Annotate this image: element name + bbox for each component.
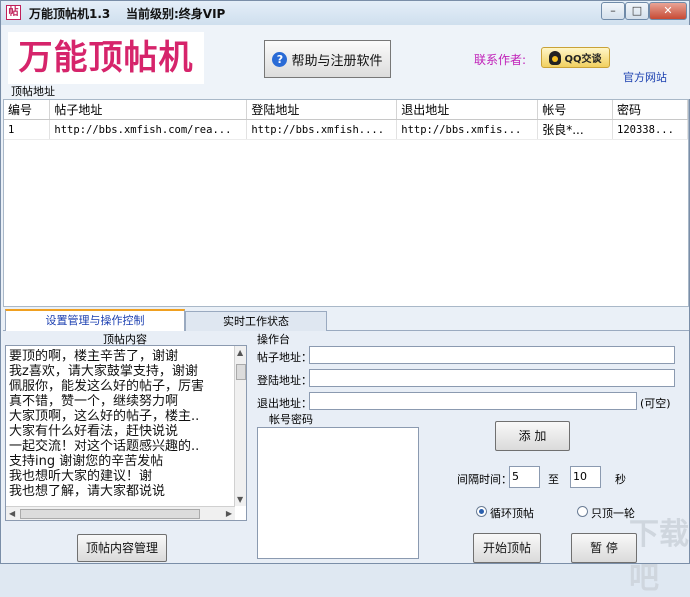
logout-url-input[interactable] <box>309 392 637 410</box>
post-content-manage-button[interactable]: 顶帖内容管理 <box>77 534 167 562</box>
table-cell: http://bbs.xmfish.... <box>246 119 398 140</box>
pause-button[interactable]: 暂 停 <box>571 533 637 563</box>
list-item[interactable]: 支持ing 谢谢您的辛苦发帖 <box>9 454 231 469</box>
app-icon: 帖 <box>6 5 21 20</box>
scroll-up-icon[interactable]: ▲ <box>237 348 243 357</box>
table-cell: 张良*... <box>537 119 614 140</box>
url-table[interactable]: 编号 帖子地址 登陆地址 退出地址 帐号 密码 1 http://bbs.xmf… <box>3 99 689 307</box>
close-button[interactable]: ✕ <box>649 2 687 20</box>
list-item[interactable]: 大家有什么好看法，赶快说说 <box>9 424 231 439</box>
post-url-label: 帖子地址： <box>257 351 312 364</box>
qq-chat-button[interactable]: QQ交谈 <box>541 47 610 68</box>
list-item[interactable]: 要顶的啊，楼主辛苦了，谢谢 <box>9 349 231 364</box>
column-header[interactable]: 编号 <box>4 100 51 120</box>
single-round-radio[interactable] <box>577 506 588 517</box>
column-header[interactable]: 密码 <box>612 100 688 120</box>
interval-from-input[interactable]: 5 <box>509 466 540 488</box>
table-cell: http://bbs.xmfish.com/rea... <box>49 119 248 140</box>
list-item[interactable]: 我z喜欢，请大家鼓掌支持，谢谢 <box>9 364 231 379</box>
user-level: 当前级别:终身VIP <box>126 7 226 21</box>
window-title: 万能顶帖机1.3 <box>29 7 111 21</box>
help-icon: ? <box>272 51 288 67</box>
title-bar: 帖 万能顶帖机1.3 当前级别:终身VIP – □ ✕ <box>1 1 689 25</box>
start-posting-button[interactable]: 开始顶帖 <box>473 533 541 563</box>
tab-bar: 设置管理与操作控制 实时工作状态 <box>3 309 689 331</box>
scroll-right-icon[interactable]: ▶ <box>226 509 232 518</box>
login-url-label: 登陆地址： <box>257 374 312 387</box>
scroll-thumb[interactable] <box>236 364 246 380</box>
column-header[interactable]: 帖子地址 <box>49 100 248 120</box>
list-item[interactable]: 一起交流！对这个话题感兴趣的.. <box>9 439 231 454</box>
contact-label: 联系作者: <box>474 53 527 67</box>
qq-button-label: QQ交谈 <box>564 54 602 65</box>
seconds-label: 秒 <box>615 473 626 486</box>
maximize-button[interactable]: □ <box>625 2 649 20</box>
scroll-left-icon[interactable]: ◀ <box>9 509 15 518</box>
post-content-header: 顶帖内容 <box>103 333 147 346</box>
scroll-thumb-horizontal[interactable] <box>20 509 200 519</box>
table-cell: 120338... <box>612 119 688 140</box>
list-item[interactable]: 我也想了解，请大家都说说 <box>9 484 231 499</box>
interval-to-label: 至 <box>548 473 559 486</box>
table-header-row: 编号 帖子地址 登陆地址 退出地址 帐号 密码 <box>4 100 688 120</box>
minimize-button[interactable]: – <box>601 2 625 20</box>
account-password-label: 帐号密码 <box>267 411 315 427</box>
help-register-button[interactable]: ? 帮助与注册软件 <box>264 40 391 78</box>
list-item[interactable]: 真不错，赞一个，继续努力啊 <box>9 394 231 409</box>
table-cell: http://bbs.xmfis... <box>396 119 539 140</box>
help-button-label: 帮助与注册软件 <box>291 53 383 69</box>
scroll-down-icon[interactable]: ▼ <box>237 495 243 504</box>
column-header[interactable]: 帐号 <box>537 100 614 120</box>
add-button[interactable]: 添 加 <box>495 421 570 451</box>
interval-label: 间隔时间： <box>457 473 512 486</box>
table-cell: 1 <box>4 119 51 140</box>
logo: 万能顶帖机 <box>8 32 204 84</box>
watermark: 下载吧 <box>629 517 689 596</box>
account-password-list[interactable] <box>257 427 419 559</box>
app-window: 帖 万能顶帖机1.3 当前级别:终身VIP – □ ✕ 万能顶帖机 ? 帮助与注… <box>0 0 690 596</box>
ops-title: 操作台 <box>257 333 290 346</box>
loop-post-radio[interactable] <box>476 506 487 517</box>
column-header[interactable]: 退出地址 <box>396 100 539 120</box>
post-content-list[interactable]: 要顶的啊，楼主辛苦了，谢谢 我z喜欢，请大家鼓掌支持，谢谢 佩服你，能发这么好的… <box>5 345 247 521</box>
column-header[interactable]: 登陆地址 <box>246 100 398 120</box>
post-url-input[interactable] <box>309 346 675 364</box>
horizontal-scrollbar[interactable]: ◀ ▶ <box>6 506 235 520</box>
tab-realtime-status[interactable]: 实时工作状态 <box>185 311 327 331</box>
logout-url-label: 退出地址： <box>257 397 312 410</box>
vertical-scrollbar[interactable]: ▲ ▼ <box>234 346 246 506</box>
loop-post-label: 循环顶帖 <box>490 507 534 520</box>
tab-settings-control[interactable]: 设置管理与操作控制 <box>5 309 185 331</box>
interval-to-input[interactable]: 10 <box>570 466 601 488</box>
qq-penguin-icon <box>549 50 562 65</box>
list-item[interactable]: 大家顶啊，这么好的帖子，楼主.. <box>9 409 231 424</box>
table-row[interactable]: 1 http://bbs.xmfish.com/rea... http://bb… <box>4 119 688 140</box>
login-url-input[interactable] <box>309 369 675 387</box>
header-bar: 万能顶帖机 ? 帮助与注册软件 联系作者: QQ交谈 官方网站 <box>2 25 690 99</box>
official-site-link[interactable]: 官方网站 <box>623 69 667 85</box>
list-item[interactable]: 佩服你，能发这么好的帖子，厉害 <box>9 379 231 394</box>
section-label-urls: 顶帖地址 <box>11 85 55 98</box>
optional-hint: (可空) <box>640 397 671 410</box>
list-item[interactable]: 我也想听大家的建议！谢 <box>9 469 231 484</box>
